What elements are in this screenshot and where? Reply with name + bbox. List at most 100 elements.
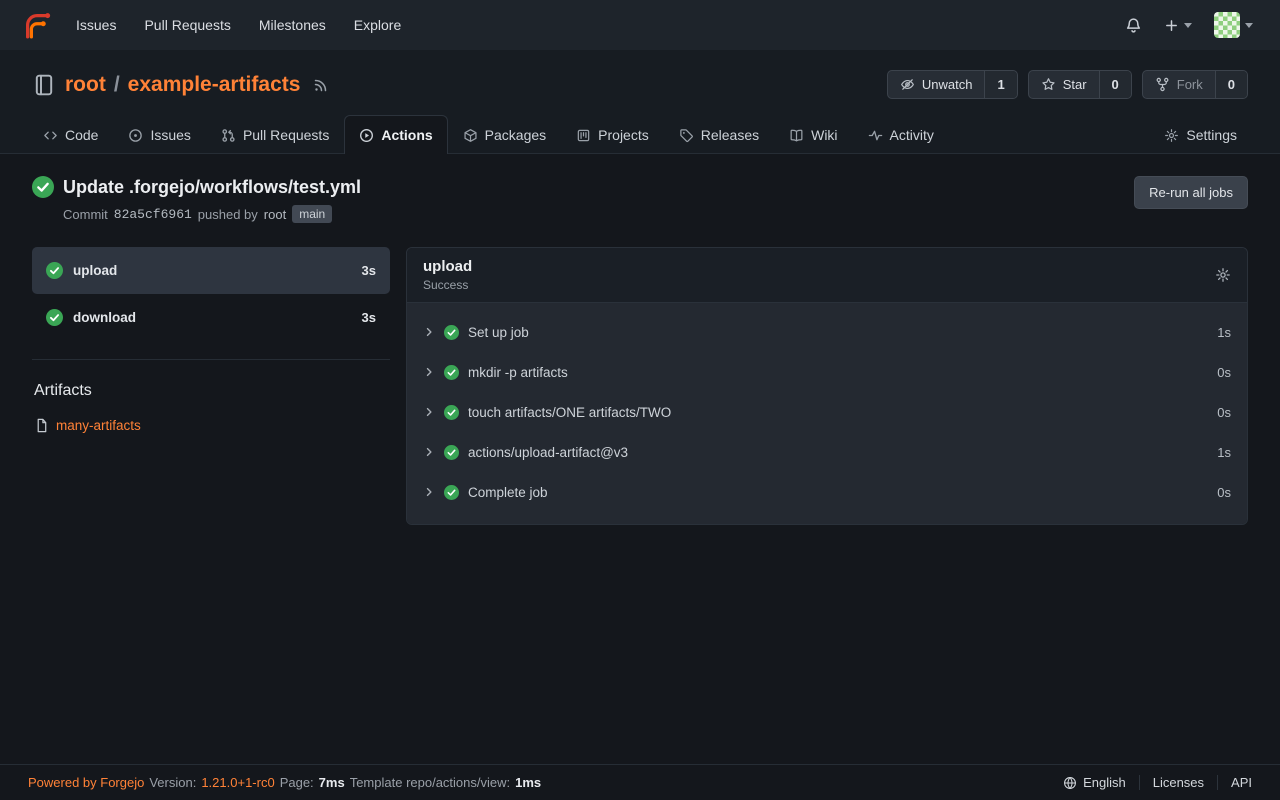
tab-pull-requests[interactable]: Pull Requests — [206, 115, 344, 154]
step-success-icon — [444, 365, 459, 380]
globe-icon — [1063, 776, 1077, 790]
nav-issues-label: Issues — [76, 17, 116, 33]
run-body: upload 3s download 3s Artifacts many-art… — [32, 247, 1248, 525]
step-row-upload-artifact[interactable]: actions/upload-artifact@v3 1s — [407, 432, 1247, 472]
artifact-download-link[interactable]: many-artifacts — [56, 418, 141, 433]
tab-activity[interactable]: Activity — [853, 115, 949, 154]
chevron-right-icon — [423, 326, 435, 338]
tab-settings[interactable]: Settings — [1149, 115, 1252, 154]
step-duration: 1s — [1217, 445, 1231, 460]
step-row-complete-job[interactable]: Complete job 0s — [407, 472, 1247, 512]
step-row-mkdir[interactable]: mkdir -p artifacts 0s — [407, 352, 1247, 392]
play-circle-icon — [359, 128, 374, 143]
licenses-link[interactable]: Licenses — [1139, 775, 1217, 790]
nav-pull-requests[interactable]: Pull Requests — [130, 0, 244, 50]
step-name: mkdir -p artifacts — [468, 365, 568, 380]
star-button[interactable]: Star 0 — [1028, 70, 1132, 99]
repo-separator: / — [114, 73, 120, 97]
artifacts-heading: Artifacts — [34, 382, 390, 400]
rerun-all-jobs-button[interactable]: Re-run all jobs — [1134, 176, 1248, 209]
step-duration: 1s — [1217, 325, 1231, 340]
job-item-upload[interactable]: upload 3s — [32, 247, 390, 294]
rss-feed-button[interactable] — [313, 77, 329, 93]
tab-actions[interactable]: Actions — [344, 115, 447, 154]
job-detail-titles: upload Success — [423, 258, 472, 292]
nav-issues[interactable]: Issues — [62, 0, 130, 50]
tab-packages-label: Packages — [485, 127, 546, 143]
book-icon — [789, 128, 804, 143]
tab-pull-requests-label: Pull Requests — [243, 127, 329, 143]
tab-issues-label: Issues — [150, 127, 190, 143]
pusher-link[interactable]: root — [264, 207, 286, 222]
template-time-label: Template repo/actions/view: — [350, 775, 510, 790]
version-link[interactable]: 1.21.0+1-rc0 — [201, 775, 274, 790]
powered-by-forgejo-link[interactable]: Powered by Forgejo — [28, 775, 144, 790]
pushed-by-label: pushed by — [198, 207, 258, 222]
job-options-button[interactable] — [1215, 267, 1231, 283]
step-row-setup-job[interactable]: Set up job 1s — [407, 312, 1247, 352]
run-success-icon — [32, 176, 54, 198]
job-item-download[interactable]: download 3s — [32, 294, 390, 341]
repo-title-row: root / example-artifacts — [20, 66, 1260, 115]
star-label: Star — [1063, 77, 1087, 92]
forgejo-logo-icon — [22, 10, 52, 40]
job-detail-panel: upload Success Set up jo — [406, 247, 1248, 525]
git-pull-request-icon — [221, 128, 236, 143]
chevron-right-icon — [423, 366, 435, 378]
language-selector[interactable]: English — [1050, 775, 1139, 790]
project-board-icon — [576, 128, 591, 143]
user-menu-dropdown[interactable] — [1203, 0, 1264, 50]
chevron-right-icon — [423, 446, 435, 458]
repo-name-link[interactable]: example-artifacts — [128, 73, 301, 97]
caret-down-icon — [1184, 23, 1192, 28]
gear-icon — [1215, 267, 1231, 283]
run-title: Update .forgejo/workflows/test.yml — [63, 177, 361, 198]
forks-count[interactable]: 0 — [1215, 71, 1247, 98]
job-success-icon — [46, 309, 63, 326]
file-icon — [34, 418, 49, 433]
bell-icon — [1125, 17, 1142, 34]
fork-icon — [1155, 77, 1170, 92]
footer-right: English Licenses API — [1050, 775, 1252, 790]
job-detail-name: upload — [423, 258, 472, 275]
nav-milestones[interactable]: Milestones — [245, 0, 340, 50]
tab-code-label: Code — [65, 127, 98, 143]
sidebar-divider — [32, 359, 390, 360]
step-name: touch artifacts/ONE artifacts/TWO — [468, 405, 671, 420]
tab-packages[interactable]: Packages — [448, 115, 561, 154]
job-success-icon — [46, 262, 63, 279]
star-icon — [1041, 77, 1056, 92]
chevron-right-icon — [423, 486, 435, 498]
gear-icon — [1164, 128, 1179, 143]
unwatch-button[interactable]: Unwatch 1 — [887, 70, 1018, 99]
unwatch-label: Unwatch — [922, 77, 973, 92]
repo-owner-link[interactable]: root — [65, 73, 106, 97]
create-new-dropdown[interactable] — [1153, 0, 1203, 50]
tab-settings-label: Settings — [1186, 127, 1237, 143]
footer-left: Powered by Forgejo Version: 1.21.0+1-rc0… — [28, 775, 541, 790]
notifications-button[interactable] — [1114, 0, 1153, 50]
tab-issues[interactable]: Issues — [113, 115, 205, 154]
tab-code[interactable]: Code — [28, 115, 113, 154]
job-name: upload — [73, 263, 117, 278]
top-navbar: Issues Pull Requests Milestones Explore — [0, 0, 1280, 50]
fork-button[interactable]: Fork 0 — [1142, 70, 1248, 99]
tab-wiki[interactable]: Wiki — [774, 115, 852, 154]
template-time-value: 1ms — [515, 775, 541, 790]
branch-badge[interactable]: main — [292, 205, 332, 223]
tab-projects[interactable]: Projects — [561, 115, 664, 154]
nav-explore[interactable]: Explore — [340, 0, 415, 50]
page-time-label: Page: — [280, 775, 314, 790]
api-link[interactable]: API — [1217, 775, 1252, 790]
tab-releases-label: Releases — [701, 127, 759, 143]
tab-wiki-label: Wiki — [811, 127, 837, 143]
tab-releases[interactable]: Releases — [664, 115, 774, 154]
artifact-item: many-artifacts — [34, 418, 390, 433]
commit-sha-link[interactable]: 82a5cf6961 — [114, 207, 192, 222]
step-row-touch[interactable]: touch artifacts/ONE artifacts/TWO 0s — [407, 392, 1247, 432]
stars-count[interactable]: 0 — [1099, 71, 1131, 98]
pulse-icon — [868, 128, 883, 143]
watchers-count[interactable]: 1 — [984, 71, 1016, 98]
plus-icon — [1164, 18, 1179, 33]
forgejo-logo[interactable] — [16, 10, 62, 40]
